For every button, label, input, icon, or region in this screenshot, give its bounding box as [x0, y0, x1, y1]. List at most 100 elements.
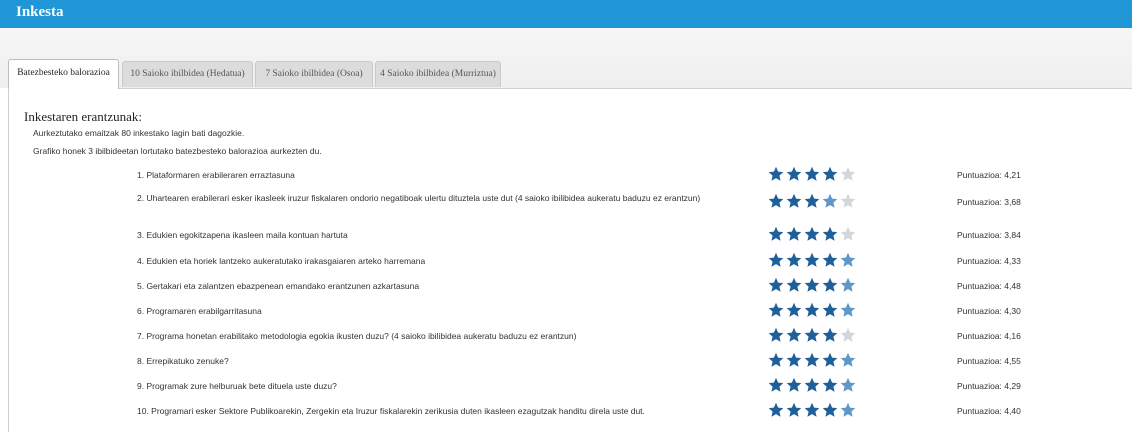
- score-value: 4,29: [1004, 381, 1021, 391]
- star-rating: [768, 327, 858, 343]
- score-label: Puntuazioa:: [957, 306, 1005, 316]
- score-value: 4,33: [1004, 256, 1021, 266]
- tab-4-session-path[interactable]: 4 Saioko ibilbidea (Murriztua): [375, 61, 501, 87]
- score-value: 4,30: [1004, 306, 1021, 316]
- survey-intro-description: Grafiko honek 3 ibilbideetan lortutako b…: [33, 146, 322, 156]
- star-icon: [804, 377, 820, 392]
- score-value: 4,48: [1004, 281, 1021, 291]
- star-icon: [768, 302, 784, 317]
- score-label: Puntuazioa:: [957, 256, 1005, 266]
- question-text: 6. Programaren erabilgarritasuna: [137, 306, 262, 316]
- star-icon: [822, 402, 838, 417]
- score-value: 4,40: [1004, 406, 1021, 416]
- star-icon: [822, 252, 838, 267]
- star-rating: [768, 226, 858, 242]
- star-icon: [768, 166, 784, 181]
- star-icon: [804, 252, 820, 267]
- star-icon: [840, 166, 856, 181]
- star-icon: [768, 252, 784, 267]
- score-label: Puntuazioa:: [957, 331, 1005, 341]
- question-text: 2. Uhartearen erabilerari esker ikasleek…: [137, 193, 701, 203]
- score-value: 4,21: [1004, 170, 1021, 180]
- star-icon: [786, 277, 802, 292]
- star-icon: [840, 352, 856, 367]
- window-titlebar: Inkesta: [0, 0, 1132, 28]
- star-icon: [786, 226, 802, 241]
- question-score: Puntuazioa: 4,21: [957, 170, 1021, 180]
- star-rating: [768, 377, 858, 393]
- star-icon: [840, 327, 856, 342]
- score-label: Puntuazioa:: [957, 406, 1005, 416]
- score-label: Puntuazioa:: [957, 281, 1005, 291]
- star-icon: [786, 166, 802, 181]
- star-icon: [840, 226, 856, 241]
- star-icon: [768, 352, 784, 367]
- star-icon: [768, 377, 784, 392]
- star-icon: [786, 193, 802, 208]
- star-icon: [786, 302, 802, 317]
- question-score: Puntuazioa: 3,84: [957, 230, 1021, 240]
- survey-heading: Inkestaren erantzunak:: [24, 109, 143, 124]
- star-rating: [768, 302, 858, 318]
- question-score: Puntuazioa: 4,29: [957, 381, 1021, 391]
- score-value: 3,84: [1004, 230, 1021, 240]
- question-text: 1. Plataformaren erabileraren erraztasun…: [137, 170, 295, 180]
- question-text: 5. Gertakari eta zalantzen ebazpenean em…: [137, 281, 420, 291]
- question-score: Puntuazioa: 4,48: [957, 281, 1021, 291]
- question-score: Puntuazioa: 4,40: [957, 406, 1021, 416]
- star-icon: [822, 327, 838, 342]
- star-icon: [804, 327, 820, 342]
- star-icon: [786, 402, 802, 417]
- question-text: 8. Errepikatuko zenuke?: [137, 356, 229, 366]
- question-text: 4. Edukien eta horiek lantzeko aukeratut…: [137, 256, 426, 266]
- question-text: 10. Programari esker Sektore Publikoarek…: [137, 406, 645, 416]
- score-label: Puntuazioa:: [957, 197, 1005, 207]
- star-icon: [822, 352, 838, 367]
- star-rating: [768, 352, 858, 368]
- star-rating: [768, 252, 858, 268]
- star-icon: [804, 226, 820, 241]
- question-score: Puntuazioa: 3,68: [957, 197, 1021, 207]
- question-score: Puntuazioa: 4,33: [957, 256, 1021, 266]
- star-rating: [768, 277, 858, 293]
- score-label: Puntuazioa:: [957, 356, 1005, 366]
- page-title: Inkesta: [16, 4, 64, 20]
- score-label: Puntuazioa:: [957, 230, 1005, 240]
- star-rating: [768, 402, 858, 418]
- star-rating: [768, 193, 858, 209]
- score-label: Puntuazioa:: [957, 170, 1005, 180]
- star-rating: [768, 166, 858, 182]
- star-icon: [804, 193, 820, 208]
- tab-10-session-path[interactable]: 10 Saioko ibilbidea (Hedatua): [122, 61, 253, 87]
- star-icon: [768, 193, 784, 208]
- score-value: 4,55: [1004, 356, 1021, 366]
- star-icon: [768, 226, 784, 241]
- question-text: 3. Edukien egokitzapena ikasleen maila k…: [137, 230, 348, 240]
- star-icon: [840, 302, 856, 317]
- star-icon: [768, 327, 784, 342]
- star-icon: [786, 352, 802, 367]
- question-text: 9. Programak zure helburuak bete dituela…: [137, 381, 337, 391]
- star-icon: [822, 377, 838, 392]
- score-label: Puntuazioa:: [957, 381, 1005, 391]
- star-icon: [786, 252, 802, 267]
- star-icon: [822, 277, 838, 292]
- tab-average-rating[interactable]: Batezbesteko balorazioa: [8, 59, 119, 89]
- star-icon: [822, 226, 838, 241]
- tab-7-session-path[interactable]: 7 Saioko ibilbidea (Osoa): [255, 61, 373, 87]
- score-value: 3,68: [1004, 197, 1021, 207]
- star-icon: [786, 327, 802, 342]
- star-icon: [804, 402, 820, 417]
- star-icon: [822, 193, 838, 208]
- star-icon: [822, 302, 838, 317]
- star-icon: [786, 377, 802, 392]
- question-score: Puntuazioa: 4,16: [957, 331, 1021, 341]
- star-icon: [804, 277, 820, 292]
- question-score: Puntuazioa: 4,30: [957, 306, 1021, 316]
- star-icon: [840, 377, 856, 392]
- star-icon: [840, 402, 856, 417]
- star-icon: [768, 402, 784, 417]
- score-value: 4,16: [1004, 331, 1021, 341]
- question-text: 7. Programa honetan erabilitako metodolo…: [137, 331, 577, 341]
- star-icon: [768, 277, 784, 292]
